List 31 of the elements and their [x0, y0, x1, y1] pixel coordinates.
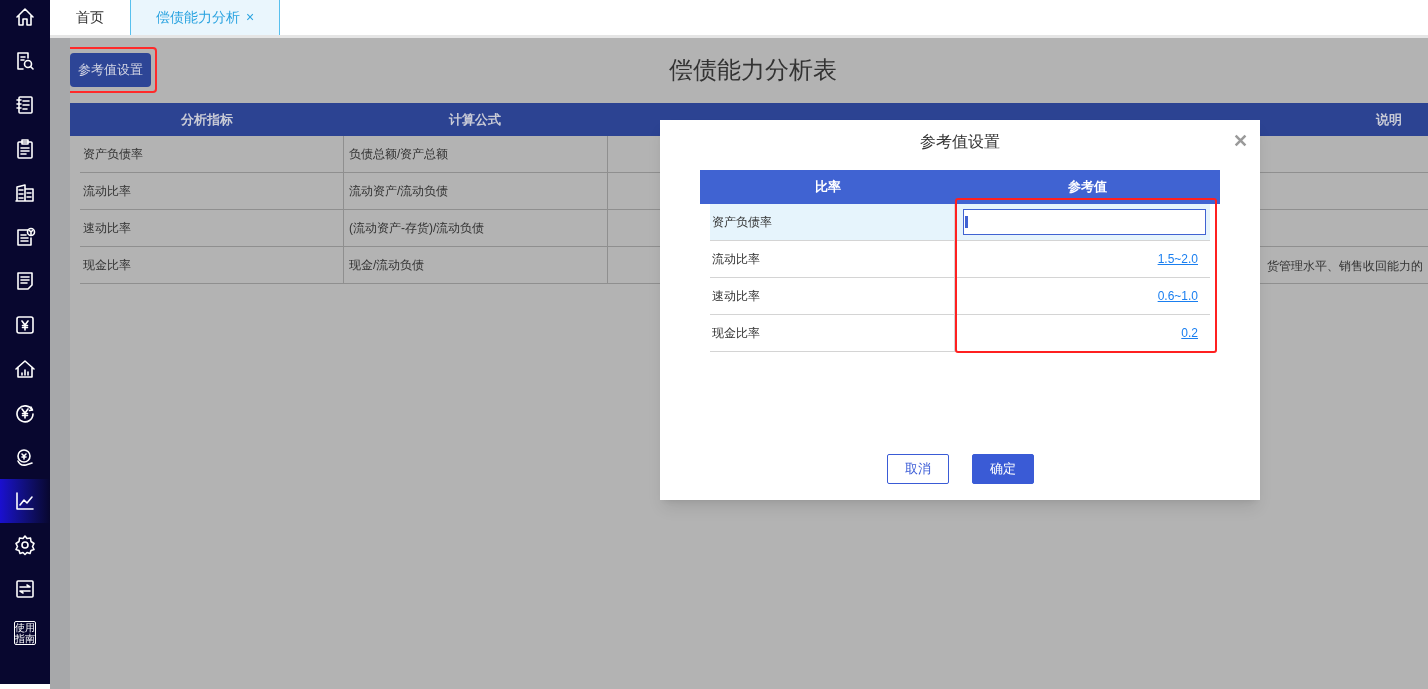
table-cell: 流动比率 [710, 241, 955, 277]
column-header: 分析指标 [179, 110, 234, 129]
table-cell: (流动资产-存货)/流动负债 [343, 210, 607, 246]
table-cell: 流动资产/流动负债 [343, 173, 607, 209]
table-cell: 负债总额/资产总额 [343, 136, 607, 172]
table-cell: 速动比率 [710, 278, 955, 314]
dialog-title: 参考值设置 [920, 132, 1000, 152]
table-cell-text: 速动比率 [82, 220, 132, 237]
cancel-button[interactable]: 取消 [886, 454, 949, 484]
column-header: 参考值 [1067, 178, 1108, 197]
settings-button[interactable]: 参考值设置 [70, 53, 151, 87]
close-icon[interactable]: × [246, 7, 255, 28]
value-link[interactable]: 1.5~2.0 [1157, 250, 1198, 268]
table-cell-text: 流动比率 [82, 183, 132, 200]
table-cell-text: 货管理水平、销售收回能力的 [1267, 258, 1423, 275]
column-header: 说明 [1374, 110, 1403, 129]
page-title: 偿债能力分析表 [668, 55, 837, 85]
table-cell-text: 资产负债率 [82, 146, 144, 163]
column-header: 计算公式 [448, 110, 502, 129]
guide-icon[interactable]: 使用指南 [14, 621, 36, 645]
table-cell-text: 现金比率 [82, 257, 132, 274]
tab[interactable]: 偿债能力分析 × [130, 0, 281, 35]
close-icon[interactable]: ✕ [1233, 128, 1248, 155]
table-cell: 资产负债率 [710, 204, 955, 240]
confirm-button[interactable]: 确定 [971, 454, 1034, 484]
table-cell: 现金/流动负债 [343, 247, 607, 283]
tab[interactable]: 首页 [50, 0, 130, 35]
value-link[interactable]: 0.2 [1181, 324, 1198, 342]
table-cell: 现金比率 [710, 315, 955, 351]
value-link[interactable]: 0.6~1.0 [1157, 287, 1198, 305]
column-header: 比率 [813, 178, 842, 197]
